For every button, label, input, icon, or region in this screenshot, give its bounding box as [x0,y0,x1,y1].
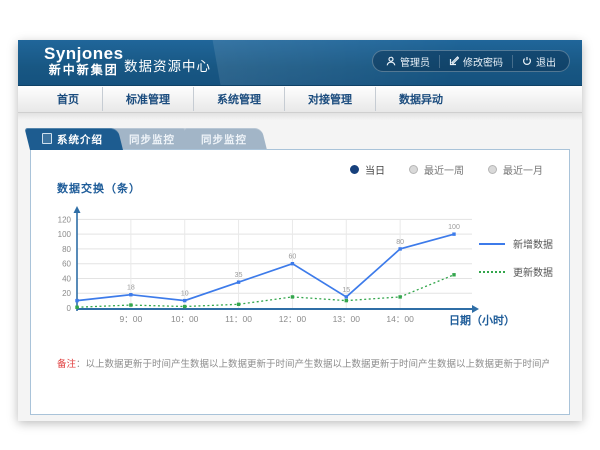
nav-item-0[interactable]: 首页 [34,87,102,111]
svg-text:120: 120 [58,215,72,224]
nav-bar: 首页标准管理系统管理对接管理数据异动 [18,86,582,113]
svg-text:40: 40 [62,274,71,283]
svg-text:60: 60 [62,260,71,269]
company-logo: Synjones 新中新集团 [44,44,124,77]
svg-text:80: 80 [396,239,404,246]
tab-0[interactable]: 系统介绍 [30,128,123,150]
tab-bar: 系统介绍 同步监控 同步监控 [30,128,261,150]
main-panel: 当日 最近一周 最近一月 数据交换（条） 0 20 40 60 80 100 120 9：00 10… [30,149,570,415]
change-password-button[interactable]: 修改密码 [439,55,512,68]
svg-text:20: 20 [62,289,71,298]
chart-legend: 新增数据更新数据 [479,236,553,279]
legend-label: 新增数据 [513,236,553,251]
tab-1[interactable]: 同步监控 [117,128,195,150]
tab-label: 同步监控 [201,134,247,146]
svg-text:9：00: 9：00 [120,314,143,324]
line-chart: 0 20 40 60 80 100 120 9：00 10：00 11：00 12：00 13：00 1… [39,196,494,346]
legend-item-0: 新增数据 [479,236,553,251]
radio-icon [488,165,497,174]
svg-text:0: 0 [67,304,72,313]
power-icon [522,56,532,66]
nav-item-3[interactable]: 对接管理 [284,87,375,111]
svg-text:18: 18 [127,285,135,292]
radio-option-1[interactable]: 最近一周 [409,162,464,177]
svg-text:14：00: 14：00 [386,314,414,324]
y-axis-title: 数据交换（条） [57,180,141,196]
radio-option-0[interactable]: 当日 [350,162,385,177]
svg-text:15: 15 [342,287,350,294]
document-icon [42,133,52,144]
svg-text:10：00: 10：00 [171,314,199,324]
app-header: Synjones 新中新集团 数据资源中心 管理员 修改密码 退出 [18,40,582,86]
logo-text-cn: 新中新集团 [44,64,124,78]
admin-label: 管理员 [400,54,430,69]
legend-item-1: 更新数据 [479,264,553,279]
radio-option-2[interactable]: 最近一月 [488,162,543,177]
time-range-filter: 当日 最近一周 最近一月 [350,162,543,177]
radio-label: 最近一周 [424,162,464,177]
user-menu: 管理员 修改密码 退出 [372,50,570,72]
radio-label: 当日 [365,162,385,177]
edit-icon [449,56,459,66]
logo-text-en: Synjones [44,44,124,64]
note-prefix: 备注 [57,359,76,370]
svg-text:35: 35 [235,272,243,279]
footer-note: 备注：以上数据更新于时间产生数据以上数据更新于时间产生数据以上数据更新于时间产生… [57,356,549,370]
user-icon [386,56,396,66]
svg-text:80: 80 [62,245,71,254]
content-area: 系统介绍 同步监控 同步监控 当日 最近一周 最近一月 数据交换（条） 0 20 40 60 8… [18,113,582,421]
tab-2[interactable]: 同步监控 [189,128,267,150]
svg-text:60: 60 [289,254,297,261]
change-password-label: 修改密码 [463,54,503,69]
tab-label: 系统介绍 [57,134,103,146]
svg-text:11：00: 11：00 [225,314,252,324]
chart-container: 0 20 40 60 80 100 120 9：00 10：00 11：00 12：00 13：00 1… [39,196,494,346]
legend-swatch [479,271,505,273]
logout-button[interactable]: 退出 [512,55,565,68]
legend-label: 更新数据 [513,264,553,279]
tab-label: 同步监控 [129,134,175,146]
radio-label: 最近一月 [503,162,543,177]
svg-text:12：00: 12：00 [279,314,307,324]
nav-item-1[interactable]: 标准管理 [102,87,193,111]
admin-button[interactable]: 管理员 [377,55,439,68]
logout-label: 退出 [536,54,556,69]
radio-icon [409,165,418,174]
svg-text:100: 100 [58,230,72,239]
x-axis-title: 日期（小时） [449,312,515,328]
app-window: Synjones 新中新集团 数据资源中心 管理员修改密码退出 首页标准管理系统… [18,40,582,420]
svg-text:100: 100 [448,224,460,231]
svg-text:10: 10 [181,291,189,298]
nav-item-2[interactable]: 系统管理 [193,87,284,111]
nav-item-4[interactable]: 数据异动 [375,87,466,111]
legend-swatch [479,243,505,245]
page-title: 数据资源中心 [124,55,211,75]
note-text: ：以上数据更新于时间产生数据以上数据更新于时间产生数据以上数据更新于时间产生数据… [76,359,549,370]
radio-icon [350,165,359,174]
svg-text:13：00: 13：00 [333,314,361,324]
